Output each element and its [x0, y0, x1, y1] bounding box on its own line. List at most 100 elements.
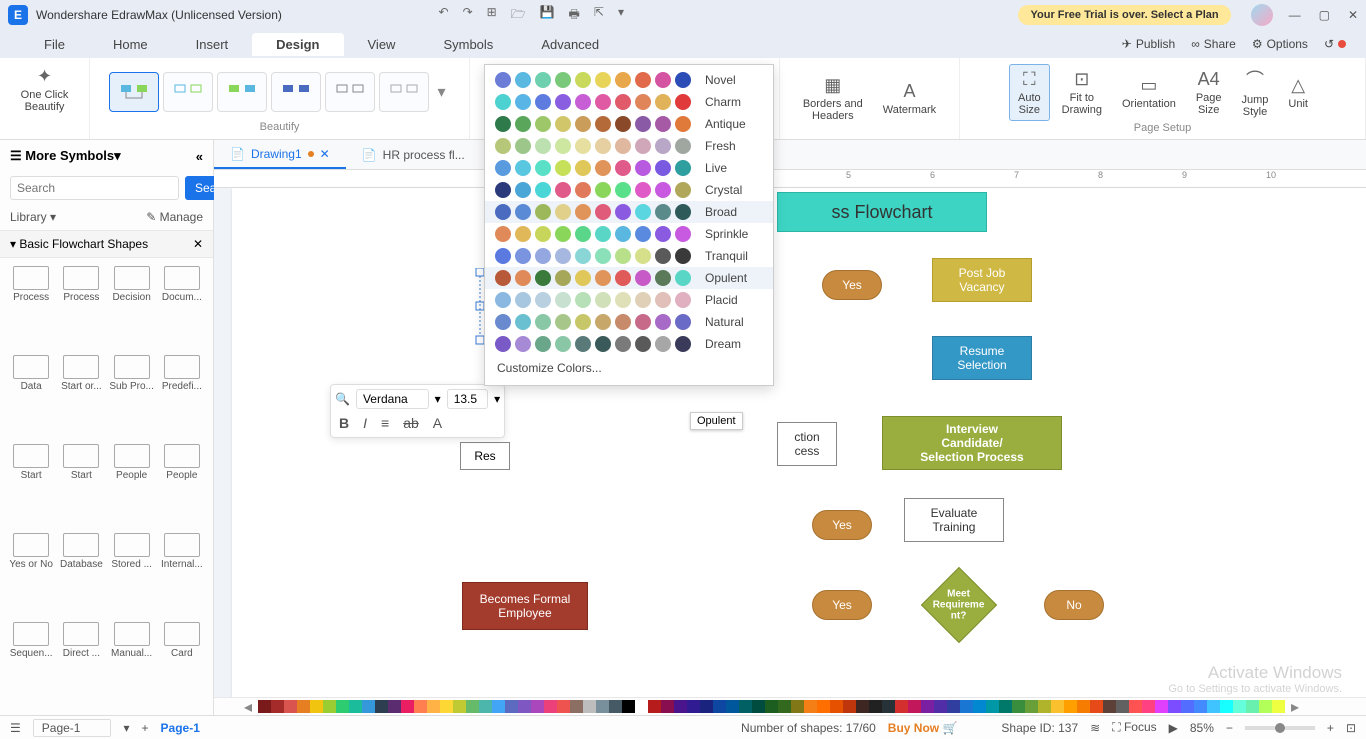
palette-color[interactable] — [1220, 700, 1233, 713]
page-size-button[interactable]: A4Page Size — [1188, 65, 1230, 120]
color-swatch[interactable] — [555, 116, 571, 132]
palette-color[interactable] — [635, 700, 648, 713]
color-swatch[interactable] — [555, 160, 571, 176]
palette-color[interactable] — [869, 700, 882, 713]
layers-icon[interactable]: ≋ — [1090, 721, 1100, 735]
color-swatch[interactable] — [515, 248, 531, 264]
color-swatch[interactable] — [675, 204, 691, 220]
color-swatch[interactable] — [655, 72, 671, 88]
color-swatch[interactable] — [555, 138, 571, 154]
palette-color[interactable] — [830, 700, 843, 713]
color-swatch[interactable] — [675, 116, 691, 132]
trial-banner[interactable]: Your Free Trial is over. Select a Plan — [1018, 5, 1230, 25]
color-swatch[interactable] — [655, 182, 671, 198]
color-swatch[interactable] — [495, 292, 511, 308]
share-button[interactable]: ∞ Share — [1191, 37, 1236, 51]
avatar[interactable] — [1251, 4, 1273, 26]
palette-color[interactable] — [440, 700, 453, 713]
color-swatch[interactable] — [575, 292, 591, 308]
menu-view[interactable]: View — [344, 33, 420, 56]
palette-color[interactable] — [999, 700, 1012, 713]
color-swatch[interactable] — [535, 248, 551, 264]
palette-color[interactable] — [1025, 700, 1038, 713]
color-swatch[interactable] — [575, 204, 591, 220]
color-swatch[interactable] — [555, 94, 571, 110]
palette-color[interactable] — [609, 700, 622, 713]
color-swatch[interactable] — [575, 182, 591, 198]
menu-file[interactable]: File — [20, 33, 89, 56]
notifications-icon[interactable]: ↺ — [1324, 37, 1346, 51]
color-swatch[interactable] — [535, 160, 551, 176]
color-swatch[interactable] — [515, 138, 531, 154]
color-swatch[interactable] — [675, 182, 691, 198]
close-icon[interactable]: ✕ — [1348, 8, 1358, 22]
color-swatch[interactable] — [555, 72, 571, 88]
bold-button[interactable]: B — [339, 415, 349, 431]
palette-color[interactable] — [557, 700, 570, 713]
color-swatch[interactable] — [635, 292, 651, 308]
strike-button[interactable]: ab — [403, 415, 419, 431]
palette-color[interactable] — [882, 700, 895, 713]
palette-color[interactable] — [687, 700, 700, 713]
theme-swatch-3[interactable] — [217, 72, 267, 112]
color-row-opulent[interactable]: Opulent — [485, 267, 773, 289]
color-swatch[interactable] — [575, 116, 591, 132]
tab-drawing1[interactable]: 📄 Drawing1 ✕ — [214, 141, 346, 169]
theme-swatch-2[interactable] — [163, 72, 213, 112]
node-becomes-employee[interactable]: Becomes Formal Employee — [462, 582, 588, 630]
shape-item[interactable]: Database — [58, 533, 104, 618]
palette-color[interactable] — [752, 700, 765, 713]
save-icon[interactable]: 💾 — [540, 5, 555, 26]
align-button[interactable]: ≡ — [381, 415, 389, 431]
color-swatch[interactable] — [615, 160, 631, 176]
color-swatch[interactable] — [495, 182, 511, 198]
palette-prev-icon[interactable]: ◂ — [244, 697, 252, 717]
color-row-crystal[interactable]: Crystal — [485, 179, 773, 201]
palette-color[interactable] — [544, 700, 557, 713]
color-swatch[interactable] — [535, 138, 551, 154]
new-icon[interactable]: ⊞ — [487, 5, 497, 26]
menu-home[interactable]: Home — [89, 33, 172, 56]
color-swatch[interactable] — [635, 138, 651, 154]
fit-page-icon[interactable]: ⊡ — [1346, 721, 1356, 735]
node-resume-selection[interactable]: Resume Selection — [932, 336, 1032, 380]
color-swatch[interactable] — [655, 314, 671, 330]
color-swatch[interactable] — [635, 182, 651, 198]
palette-color[interactable] — [1012, 700, 1025, 713]
shape-item[interactable]: Internal... — [159, 533, 205, 618]
palette-color[interactable] — [427, 700, 440, 713]
shape-item[interactable]: Manual... — [109, 622, 155, 707]
color-swatch[interactable] — [675, 270, 691, 286]
color-swatch[interactable] — [575, 314, 591, 330]
color-swatch[interactable] — [675, 292, 691, 308]
palette-color[interactable] — [986, 700, 999, 713]
tab-hr-process[interactable]: 📄 HR process fl... — [346, 142, 481, 168]
focus-button[interactable]: ⛶ Focus — [1112, 720, 1156, 735]
borders-headers-button[interactable]: ▦Borders and Headers — [795, 71, 871, 126]
color-swatch[interactable] — [535, 94, 551, 110]
color-swatch[interactable] — [655, 270, 671, 286]
color-swatch[interactable] — [515, 292, 531, 308]
palette-color[interactable] — [258, 700, 271, 713]
size-dropdown-icon[interactable]: ▾ — [494, 392, 500, 406]
presentation-icon[interactable]: ▶ — [1169, 721, 1178, 735]
color-swatch[interactable] — [655, 116, 671, 132]
shape-item[interactable]: People — [159, 444, 205, 529]
color-swatch[interactable] — [655, 226, 671, 242]
palette-color[interactable] — [531, 700, 544, 713]
fontcolor-button[interactable]: A — [433, 415, 442, 431]
theme-swatch-5[interactable] — [325, 72, 375, 112]
color-swatch[interactable] — [555, 226, 571, 242]
jump-style-button[interactable]: ⌒Jump Style — [1234, 62, 1277, 122]
node-post-vacancy[interactable]: Post Job Vacancy — [932, 258, 1032, 302]
palette-color[interactable] — [1246, 700, 1259, 713]
buy-now-button[interactable]: Buy Now 🛒 — [888, 721, 958, 735]
palette-color[interactable] — [1194, 700, 1207, 713]
color-swatch[interactable] — [535, 336, 551, 352]
palette-color[interactable] — [310, 700, 323, 713]
color-swatch[interactable] — [635, 116, 651, 132]
color-swatch[interactable] — [575, 138, 591, 154]
palette-color[interactable] — [726, 700, 739, 713]
color-swatch[interactable] — [535, 226, 551, 242]
color-swatch[interactable] — [575, 160, 591, 176]
